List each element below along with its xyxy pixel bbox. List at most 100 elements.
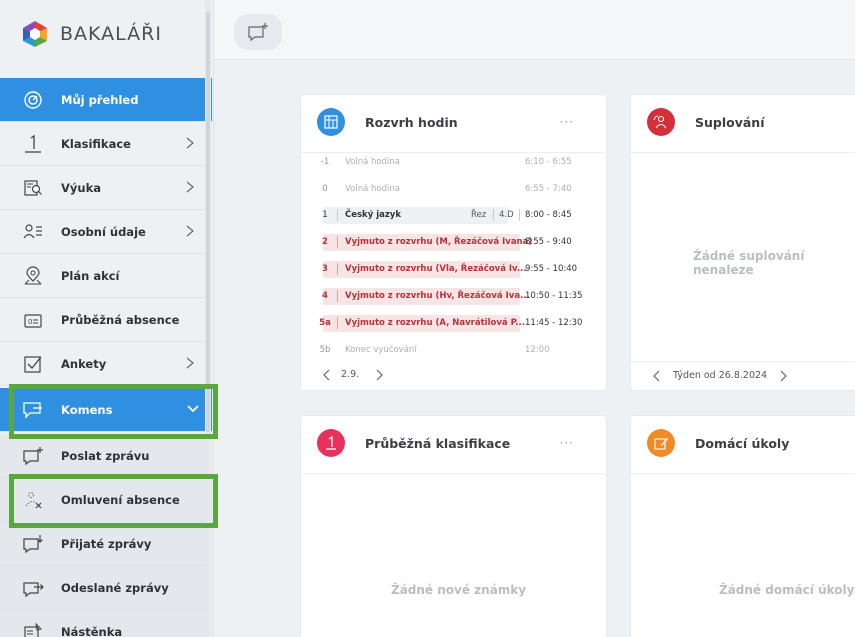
- checkbox-icon: [22, 353, 44, 375]
- sidebar-item-ankety[interactable]: Ankety: [0, 342, 212, 386]
- substitution-icon: [647, 108, 675, 136]
- person-x-icon: [22, 489, 44, 511]
- card-header: Průběžná klasifikace ···: [301, 416, 606, 474]
- sidebar-item-odeslane-zpravy[interactable]: Odeslané zprávy: [0, 566, 212, 610]
- message-plus-icon: [248, 23, 268, 42]
- lesson-number: 0: [322, 184, 328, 194]
- logo-icon: [23, 21, 47, 47]
- card-footer: 2.9.: [301, 361, 606, 389]
- card-domaci-ukoly: Domácí úkoly Žádné domácí úkoly.: [631, 416, 855, 637]
- lesson-class: 4.D: [499, 210, 514, 220]
- book-search-icon: [22, 177, 44, 199]
- timetable-row[interactable]: 1 Český jazyk Řez 4.D 8:00 - 8:45: [319, 206, 589, 224]
- empty-message: Žádné nové známky: [391, 583, 527, 597]
- person-list-icon: [22, 221, 44, 243]
- timetable-row[interactable]: 5a Vyjmuto z rozvrhu (A, Navrátilová P..…: [319, 314, 589, 332]
- card-title: Rozvrh hodin: [365, 115, 458, 130]
- sidebar-item-label: Klasifikace: [61, 136, 131, 151]
- lesson-number: 4: [322, 291, 328, 301]
- week-label: Týden od 26.8.2024: [673, 370, 768, 381]
- sidebar-item-prijate-zpravy[interactable]: Přijaté zprávy: [0, 522, 212, 566]
- sidebar-scrollbar[interactable]: [205, 0, 211, 637]
- card-suplovani: Suplování Žádné suplování nenaleze Týden…: [631, 95, 855, 390]
- sidebar-item-label: Plán akcí: [61, 268, 120, 283]
- lesson-subject: Český jazyk: [345, 210, 402, 220]
- sidebar-item-nastenka[interactable]: Nástěnka: [0, 610, 212, 637]
- chevron-left-icon[interactable]: [653, 370, 661, 382]
- message-plus-icon: [22, 445, 44, 467]
- chevron-right-icon[interactable]: [375, 369, 383, 381]
- sidebar-item-plan-akci[interactable]: Plán akcí: [0, 254, 212, 298]
- sidebar-scrollbar-thumb[interactable]: [206, 12, 210, 432]
- sidebar-item-label: Osobní údaje: [61, 224, 146, 239]
- sidebar-item-label: Průběžná absence: [61, 312, 180, 327]
- sidebar-item-muj-prehled[interactable]: Můj přehled: [0, 78, 212, 122]
- chevron-left-icon[interactable]: [323, 369, 331, 381]
- sidebar-item-poslat-zpravu[interactable]: Poslat zprávu: [0, 434, 212, 478]
- sidebar-item-label: Komens: [61, 402, 113, 417]
- lesson-time: 10:50 - 11:35: [525, 291, 583, 301]
- timetable-row[interactable]: 3 Vyjmuto z rozvrhu (Vla, Řezáčová Iv...…: [319, 260, 589, 278]
- homework-icon: [647, 429, 675, 457]
- sidebar-item-osobni-udaje[interactable]: Osobní údaje: [0, 210, 212, 254]
- timetable-date: 2.9.: [341, 369, 360, 380]
- timetable-row[interactable]: 0 Volná hodina 6:55 - 7:40: [319, 180, 589, 198]
- board-icon: [22, 621, 44, 637]
- lesson-subject: Volná hodina: [345, 157, 400, 167]
- separator: [337, 236, 338, 248]
- sidebar-item-omluveni-absence[interactable]: Omluvení absence: [0, 478, 212, 522]
- lesson-number: -1: [320, 157, 330, 167]
- sidebar-item-klasifikace[interactable]: Klasifikace: [0, 122, 212, 166]
- separator: [337, 290, 338, 302]
- chevron-down-icon: [187, 405, 199, 413]
- app-logo[interactable]: BAKALÁŘI: [22, 20, 162, 48]
- lesson-subject: Vyjmuto z rozvrhu (Hv, Řezáčová Iva...: [345, 291, 530, 301]
- timetable-icon: [317, 108, 345, 136]
- card-title: Domácí úkoly: [695, 436, 790, 451]
- lesson-room: Řez: [471, 210, 487, 220]
- sidebar-item-label: Odeslané zprávy: [61, 580, 169, 595]
- lesson-number: 5b: [319, 345, 331, 355]
- card-prubezna-klasifikace: Průběžná klasifikace ··· Žádné nové znám…: [301, 416, 606, 637]
- card-header: Domácí úkoly: [631, 416, 855, 474]
- sidebar-item-label: Omluvení absence: [61, 492, 180, 507]
- lesson-time: 11:45 - 12:30: [525, 318, 583, 328]
- gauge-icon: [22, 89, 44, 111]
- card-menu-button[interactable]: ···: [560, 115, 574, 129]
- sidebar-item-komens[interactable]: Komens: [0, 388, 212, 432]
- lesson-subject: Konec vyučování: [345, 345, 417, 355]
- sidebar-item-vyuka[interactable]: Výuka: [0, 166, 212, 210]
- lesson-subject: Vyjmuto z rozvrhu (Vla, Řezáčová Iv...: [345, 264, 527, 274]
- new-message-button[interactable]: [234, 14, 282, 50]
- card-title: Průběžná klasifikace: [365, 436, 511, 451]
- chevron-right-icon: [186, 225, 194, 237]
- message-in-icon: [22, 533, 44, 555]
- sidebar: BAKALÁŘI Můj přehled Klasifikace Výuka O…: [0, 0, 214, 637]
- card-menu-button[interactable]: ···: [560, 436, 574, 450]
- lesson-time: 8:00 - 8:45: [525, 210, 572, 220]
- lesson-number: 1: [322, 210, 328, 220]
- chevron-right-icon[interactable]: [779, 370, 787, 382]
- separator: [337, 263, 338, 275]
- timetable-row[interactable]: 4 Vyjmuto z rozvrhu (Hv, Řezáčová Iva...…: [319, 287, 589, 305]
- chevron-right-icon: [186, 181, 194, 193]
- timetable-row[interactable]: -1 Volná hodina 6:10 - 6:55: [319, 153, 589, 171]
- chat-icon: [22, 399, 44, 421]
- card-title: Suplování: [695, 115, 765, 130]
- lesson-subject: Vyjmuto z rozvrhu (A, Navrátilová P...: [345, 318, 525, 328]
- grade-icon: [317, 429, 345, 457]
- sidebar-item-label: Výuka: [61, 180, 101, 195]
- sidebar-item-prubezna-absence[interactable]: 0 Průběžná absence: [0, 298, 212, 342]
- lesson-time: 9:55 - 10:40: [525, 264, 578, 274]
- absence-icon: 0: [22, 309, 44, 331]
- chevron-right-icon: [186, 357, 194, 369]
- svg-text:0: 0: [28, 318, 32, 326]
- lesson-time: 8:55 - 9:40: [525, 237, 572, 247]
- timetable-row[interactable]: 2 Vyjmuto z rozvrhu (M, Řezáčová Ivana) …: [319, 233, 589, 251]
- card-rozvrh-hodin: Rozvrh hodin ··· -1 Volná hodina 6:10 - …: [301, 95, 606, 390]
- card-header: Rozvrh hodin ···: [301, 95, 606, 153]
- app-name: BAKALÁŘI: [60, 23, 162, 45]
- timetable-row[interactable]: 5b Konec vyučování 12:00: [319, 341, 589, 359]
- lesson-time: 6:55 - 7:40: [525, 184, 572, 194]
- lesson-time: 6:10 - 6:55: [525, 157, 572, 167]
